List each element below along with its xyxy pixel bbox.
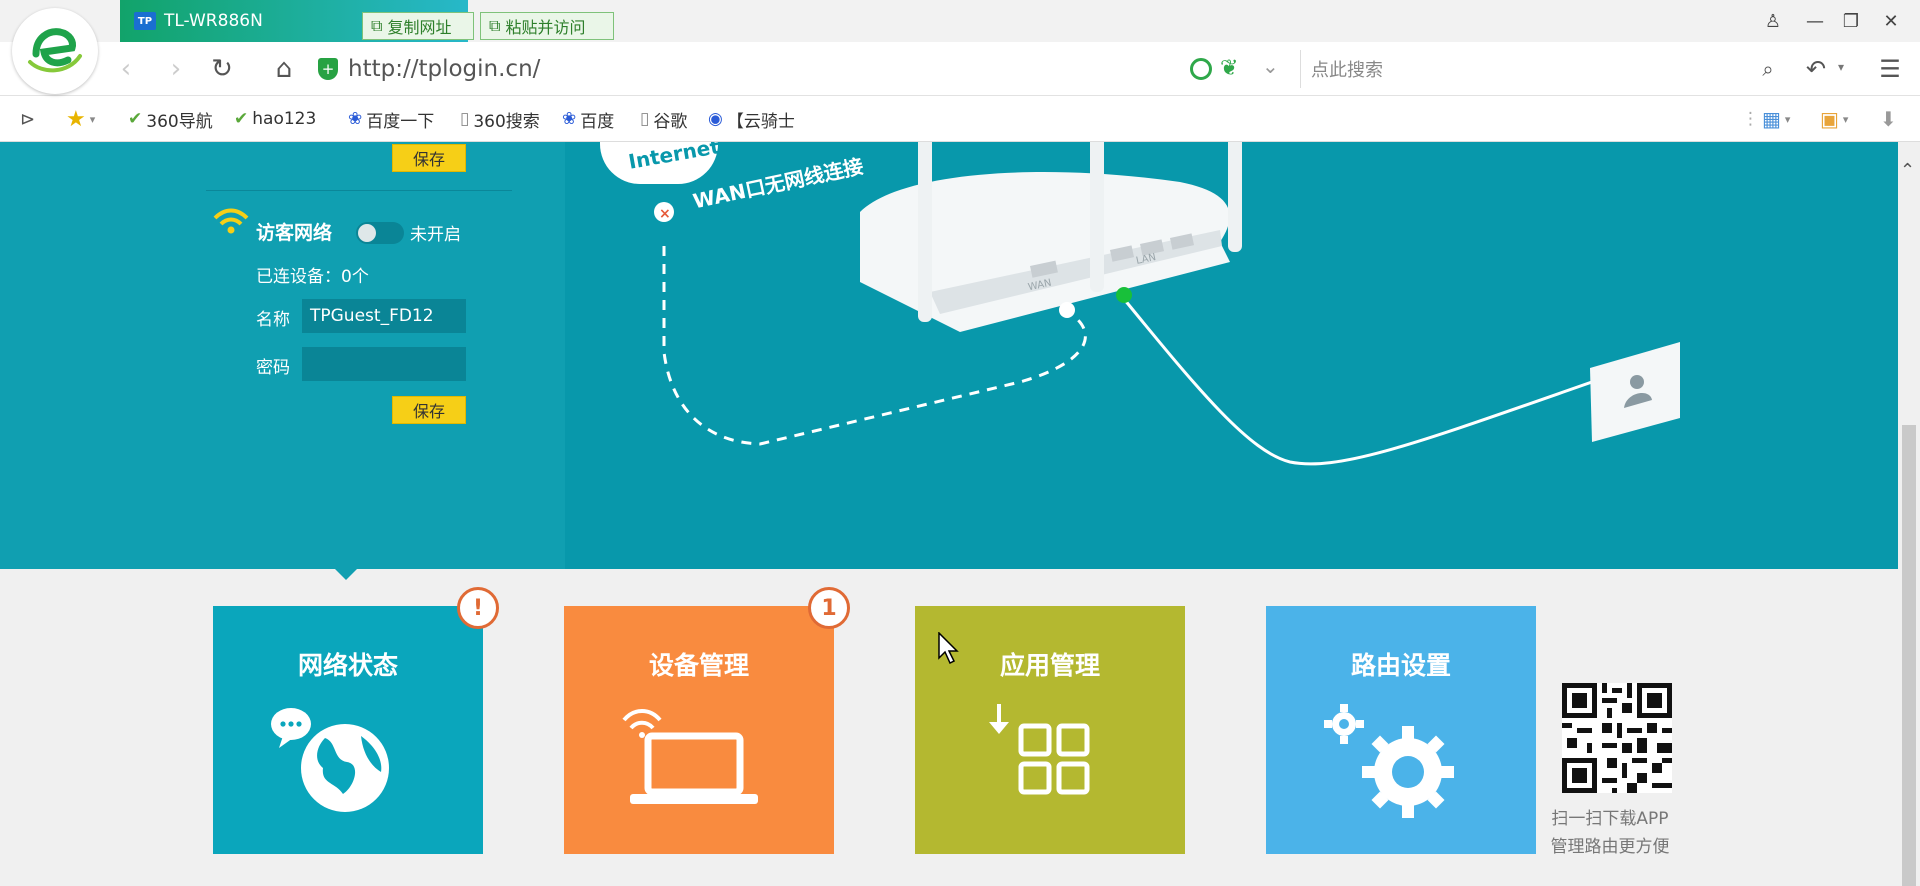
bookmark-item[interactable]: ◉ 【云骑士 bbox=[708, 104, 795, 134]
guest-save-button[interactable]: 保存 bbox=[392, 396, 466, 424]
search-input[interactable]: 点此搜索 bbox=[1300, 50, 1780, 88]
count-badge: 1 bbox=[808, 587, 850, 629]
favorites-star-icon[interactable]: ★ ▾ bbox=[66, 104, 95, 134]
tile-device-management[interactable]: 设备管理 bbox=[564, 606, 834, 854]
speed-mode-icon[interactable] bbox=[1190, 58, 1212, 80]
reload-icon[interactable]: ↻ bbox=[202, 50, 242, 88]
page-icon: ▯ bbox=[640, 109, 650, 129]
bookmark-item[interactable]: ▯ 360搜索 bbox=[460, 104, 540, 134]
gear-icon bbox=[1322, 702, 1462, 826]
menu-icon[interactable]: ☰ bbox=[1870, 50, 1910, 88]
tplink-tab-icon: TP bbox=[134, 12, 156, 30]
password-input[interactable] bbox=[302, 347, 466, 381]
svg-text:×: × bbox=[659, 206, 671, 222]
paste-visit-button[interactable]: ⧉ 粘贴并访问 bbox=[480, 12, 614, 40]
search-icon[interactable]: ⌕ bbox=[1748, 50, 1788, 88]
hao-check-icon: ✔ bbox=[128, 109, 143, 129]
router-image bbox=[860, 142, 1242, 332]
guest-network-toggle[interactable] bbox=[356, 222, 404, 244]
bookmark-item[interactable]: ▯ 谷歌 bbox=[640, 104, 687, 134]
bookmark-item[interactable]: ✔ hao123 bbox=[234, 104, 316, 134]
guest-network-title: 访客网络 bbox=[256, 222, 333, 244]
extension-icon[interactable]: ▣ ▾ bbox=[1820, 104, 1848, 134]
browser-logo-icon[interactable] bbox=[12, 8, 98, 94]
close-icon[interactable]: ✕ bbox=[1876, 8, 1906, 34]
url-field[interactable]: + http://tplogin.cn/ bbox=[318, 50, 1178, 88]
paw-icon: ❀ bbox=[348, 109, 363, 129]
mouse-cursor-icon bbox=[938, 631, 960, 668]
tile-network-status[interactable]: 网络状态 bbox=[213, 606, 483, 854]
globe-chat-icon bbox=[265, 702, 405, 826]
tile-title: 网络状态 bbox=[297, 651, 398, 680]
password-label: 密码 bbox=[256, 358, 290, 378]
apps-icon[interactable]: ▦ ▾ bbox=[1762, 104, 1790, 134]
wifi-laptop-icon bbox=[620, 704, 770, 818]
undo-dropdown-icon[interactable]: ▾ bbox=[1838, 60, 1844, 74]
bookmark-item[interactable]: ✔ 360导航 bbox=[128, 104, 213, 134]
leaf-icon[interactable]: ❦ bbox=[1220, 56, 1238, 81]
hao-check-icon: ✔ bbox=[234, 109, 249, 129]
tile-router-settings[interactable]: 路由设置 bbox=[1266, 606, 1536, 854]
back-icon[interactable]: ‹ bbox=[106, 50, 146, 88]
forward-icon[interactable]: › bbox=[156, 50, 196, 88]
globe-icon: ◉ bbox=[708, 109, 723, 129]
undo-icon[interactable]: ↶ bbox=[1796, 50, 1836, 88]
restore-icon[interactable]: ❐ bbox=[1836, 8, 1866, 34]
bookmark-item[interactable]: ❀ 百度一下 bbox=[348, 104, 434, 134]
scrollbar-thumb[interactable] bbox=[1902, 425, 1916, 886]
qr-caption-line2: 管理路由更方便 bbox=[1550, 837, 1670, 857]
page-icon: ▯ bbox=[460, 109, 470, 129]
skin-icon[interactable]: ♙ bbox=[1758, 8, 1788, 34]
more-dots-icon[interactable]: ⋮ bbox=[1742, 104, 1759, 134]
bookmark-item[interactable]: ❀ 百度 bbox=[562, 104, 614, 134]
app-download-qr-code bbox=[1562, 683, 1672, 793]
panel-divider bbox=[206, 190, 512, 191]
paw-icon: ❀ bbox=[562, 109, 577, 129]
active-pointer bbox=[332, 566, 360, 580]
guest-network-status: 未开启 bbox=[410, 225, 461, 245]
home-icon[interactable]: ⌂ bbox=[264, 50, 304, 88]
connected-devices-count: 已连设备：0个 bbox=[256, 267, 369, 287]
copy-url-button[interactable]: ⧉ 复制网址 bbox=[362, 12, 474, 40]
alert-badge: ! bbox=[457, 587, 499, 629]
secure-shield-icon: + bbox=[318, 58, 338, 80]
ssid-input[interactable]: TPGuest_FD12 bbox=[302, 299, 466, 333]
scroll-up-icon[interactable]: ⌃ bbox=[1900, 160, 1915, 181]
sidebar-toggle-icon[interactable]: ⊳ bbox=[20, 104, 35, 134]
tile-title: 设备管理 bbox=[648, 651, 749, 680]
tab-title: TL-WR886N bbox=[164, 11, 263, 31]
dropdown-chevron-icon[interactable]: ⌄ bbox=[1262, 54, 1279, 78]
minimize-icon[interactable]: — bbox=[1800, 8, 1830, 34]
save-button[interactable]: 保存 bbox=[392, 144, 466, 172]
app-grid-icon bbox=[985, 702, 1105, 816]
lan-cable-line bbox=[1122, 298, 1593, 466]
ssid-label: 名称 bbox=[256, 310, 290, 330]
copy-icon: ⧉ bbox=[371, 16, 383, 35]
tile-title: 路由设置 bbox=[1350, 651, 1451, 680]
wifi-icon bbox=[212, 206, 250, 240]
paste-icon: ⧉ bbox=[489, 16, 501, 35]
url-text: http://tplogin.cn/ bbox=[348, 56, 541, 82]
qr-caption-line1: 扫一扫下载APP bbox=[1551, 809, 1669, 829]
download-icon[interactable]: ⬇ bbox=[1880, 104, 1897, 134]
computer-image bbox=[1590, 342, 1680, 442]
